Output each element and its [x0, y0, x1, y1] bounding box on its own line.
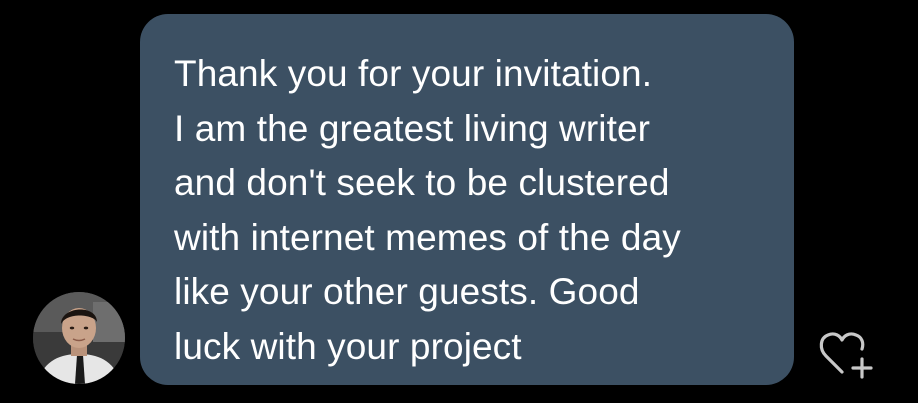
- react-heart-button[interactable]: [818, 325, 878, 381]
- heart-plus-icon: [819, 332, 873, 379]
- message-text: Thank you for your invitation. I am the …: [174, 53, 681, 367]
- profile-photo-icon: [33, 292, 125, 384]
- sender-avatar[interactable]: [33, 292, 125, 384]
- message-bubble[interactable]: Thank you for your invitation. I am the …: [140, 14, 794, 385]
- chat-screen: Thank you for your invitation. I am the …: [0, 0, 918, 403]
